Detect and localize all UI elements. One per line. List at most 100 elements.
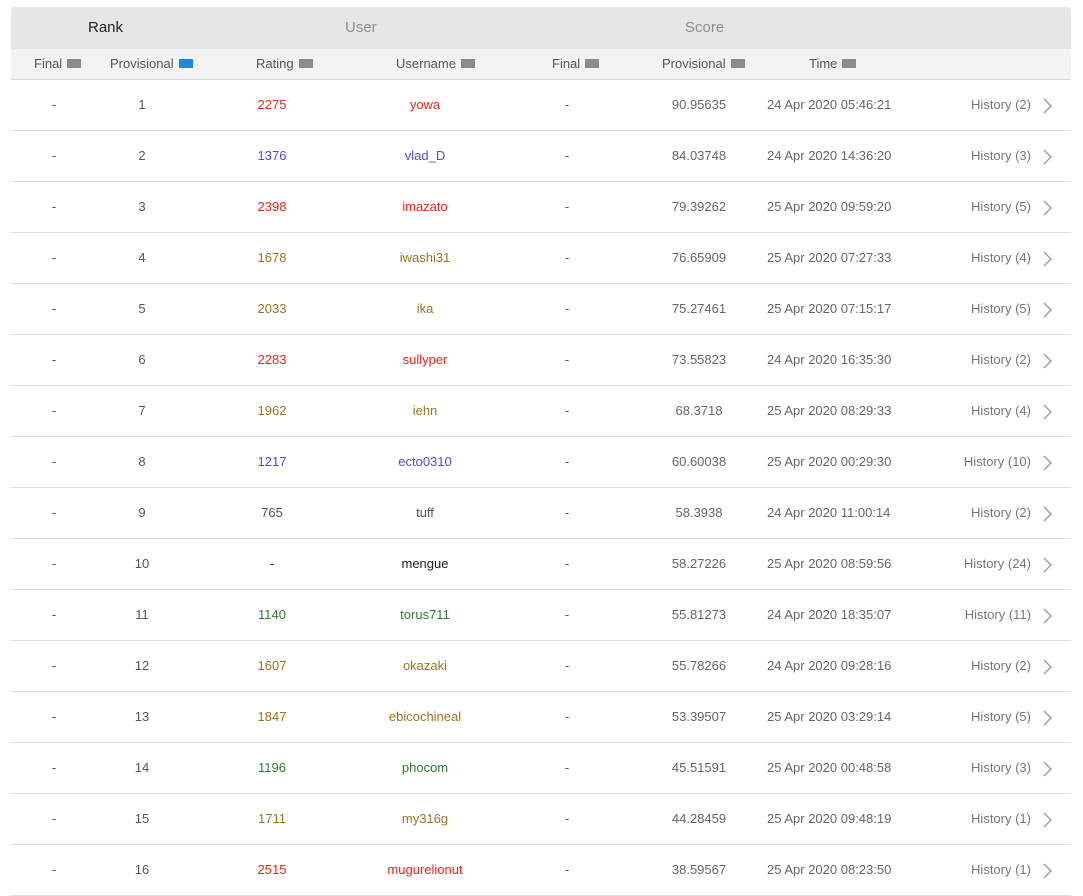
chevron-right-icon[interactable] xyxy=(1041,131,1055,181)
final-rank-cell: - xyxy=(51,97,57,112)
table-row: - 4 1678 iwashi31 - 76.65909 25 Apr 2020 07:27… xyxy=(11,233,1071,284)
history-link[interactable]: History (1) xyxy=(971,794,1031,844)
table-row: - 5 2033 ika - 75.27461 25 Apr 2020 07:15:17 Hi… xyxy=(11,284,1071,335)
chevron-right-icon[interactable] xyxy=(1041,488,1055,538)
col-final-score[interactable]: Final xyxy=(552,49,600,79)
history-link[interactable]: History (10) xyxy=(964,437,1031,487)
sort-icon[interactable] xyxy=(298,59,313,69)
username-link[interactable]: iwashi31 xyxy=(345,233,505,283)
chevron-right-icon[interactable] xyxy=(1041,641,1055,691)
time-cell: 25 Apr 2020 07:27:33 xyxy=(767,250,892,265)
chevron-right-icon[interactable] xyxy=(1041,182,1055,232)
chevron-right-icon[interactable] xyxy=(1041,233,1055,283)
chevron-right-icon[interactable] xyxy=(1041,590,1055,640)
col-provisional-rank-label: Provisional xyxy=(110,56,174,71)
chevron-right-icon[interactable] xyxy=(1041,437,1055,487)
table-row: - 10 - mengue - 58.27226 25 Apr 2020 08:59:56 H… xyxy=(11,539,1071,590)
provisional-score-cell: 79.39262 xyxy=(671,199,727,214)
time-cell: 24 Apr 2020 05:46:21 xyxy=(767,97,892,112)
final-rank-cell: - xyxy=(51,505,57,520)
col-username[interactable]: Username xyxy=(396,49,475,79)
rating-cell: 1196 xyxy=(258,760,286,775)
rating-cell: 1217 xyxy=(257,454,287,469)
final-rank-cell: - xyxy=(51,352,57,367)
chevron-right-icon[interactable] xyxy=(1041,335,1055,385)
username-link[interactable]: vlad_D xyxy=(345,131,505,181)
history-link[interactable]: History (4) xyxy=(971,386,1031,436)
history-link[interactable]: History (24) xyxy=(964,539,1031,589)
provisional-rank-cell: 15 xyxy=(134,811,150,826)
col-rating[interactable]: Rating xyxy=(256,49,313,79)
final-score-cell: - xyxy=(564,403,570,418)
username-link[interactable]: tuff xyxy=(345,488,505,538)
col-provisional-rank[interactable]: Provisional xyxy=(110,49,193,79)
history-link[interactable]: History (4) xyxy=(971,233,1031,283)
col-time[interactable]: Time xyxy=(809,49,857,79)
final-rank-cell: - xyxy=(51,607,57,622)
col-username-label: Username xyxy=(396,56,456,71)
sort-icon[interactable] xyxy=(585,59,600,69)
username-link[interactable]: my316g xyxy=(345,794,505,844)
username-link[interactable]: mengue xyxy=(345,539,505,589)
chevron-right-icon[interactable] xyxy=(1041,743,1055,793)
history-link[interactable]: History (3) xyxy=(971,131,1031,181)
history-link[interactable]: History (5) xyxy=(971,284,1031,334)
chevron-right-icon[interactable] xyxy=(1041,284,1055,334)
history-link[interactable]: History (2) xyxy=(971,641,1031,691)
username-link[interactable]: imazato xyxy=(345,182,505,232)
chevron-right-icon[interactable] xyxy=(1041,845,1055,895)
sort-icon[interactable] xyxy=(67,59,82,69)
username-link[interactable]: ika xyxy=(345,284,505,334)
sort-icon[interactable] xyxy=(842,59,857,69)
sort-active-icon[interactable] xyxy=(178,59,193,69)
history-link[interactable]: History (1) xyxy=(971,845,1031,895)
provisional-score-cell: 58.3938 xyxy=(675,505,723,520)
time-cell: 24 Apr 2020 14:36:20 xyxy=(767,148,892,163)
username-link[interactable]: sullyper xyxy=(345,335,505,385)
chevron-right-icon[interactable] xyxy=(1041,794,1055,844)
history-link[interactable]: History (2) xyxy=(971,488,1031,538)
rating-cell: 1847 xyxy=(257,709,287,724)
history-link[interactable]: History (5) xyxy=(971,692,1031,742)
username-link[interactable]: okazaki xyxy=(345,641,505,691)
provisional-rank-cell: 7 xyxy=(138,403,146,418)
final-score-cell: - xyxy=(564,607,570,622)
username-link[interactable]: iehn xyxy=(345,386,505,436)
time-cell: 25 Apr 2020 00:48:58 xyxy=(767,760,892,775)
table-row: - 14 1196 phocom - 45.51591 25 Apr 2020 00:48:… xyxy=(11,743,1071,794)
sort-icon[interactable] xyxy=(730,59,745,69)
chevron-right-icon[interactable] xyxy=(1041,80,1055,130)
provisional-rank-cell: 1 xyxy=(138,97,146,112)
col-provisional-score[interactable]: Provisional xyxy=(662,49,745,79)
final-rank-cell: - xyxy=(51,556,57,571)
rating-cell: 1140 xyxy=(258,607,286,622)
history-link[interactable]: History (5) xyxy=(971,182,1031,232)
username-link[interactable]: torus711 xyxy=(345,590,505,640)
col-provisional-score-label: Provisional xyxy=(662,56,726,71)
history-link[interactable]: History (2) xyxy=(971,335,1031,385)
provisional-rank-cell: 5 xyxy=(138,301,146,316)
history-link[interactable]: History (3) xyxy=(971,743,1031,793)
leaderboard-table: Rank User Score Final Provisional Rating… xyxy=(11,7,1071,896)
username-link[interactable]: ecto0310 xyxy=(345,437,505,487)
rating-cell: 1962 xyxy=(257,403,287,418)
col-final-rank[interactable]: Final xyxy=(34,49,82,79)
final-score-cell: - xyxy=(564,709,570,724)
chevron-right-icon[interactable] xyxy=(1041,386,1055,436)
final-score-cell: - xyxy=(564,505,570,520)
username-link[interactable]: mugurelionut xyxy=(345,845,505,895)
chevron-right-icon[interactable] xyxy=(1041,692,1055,742)
username-link[interactable]: phocom xyxy=(345,743,505,793)
provisional-rank-cell: 16 xyxy=(134,862,150,877)
chevron-right-icon[interactable] xyxy=(1041,539,1055,589)
time-cell: 25 Apr 2020 09:48:19 xyxy=(767,811,892,826)
table-row: - 12 1607 okazaki - 55.78266 24 Apr 2020 09:28… xyxy=(11,641,1071,692)
history-link[interactable]: History (11) xyxy=(965,590,1031,640)
final-rank-cell: - xyxy=(51,760,57,775)
history-link[interactable]: History (2) xyxy=(971,80,1031,130)
sort-icon[interactable] xyxy=(460,59,475,69)
username-link[interactable]: ebicochineal xyxy=(345,692,505,742)
username-link[interactable]: yowa xyxy=(345,80,505,130)
final-score-cell: - xyxy=(564,250,570,265)
time-cell: 24 Apr 2020 11:00:14 xyxy=(767,505,891,520)
